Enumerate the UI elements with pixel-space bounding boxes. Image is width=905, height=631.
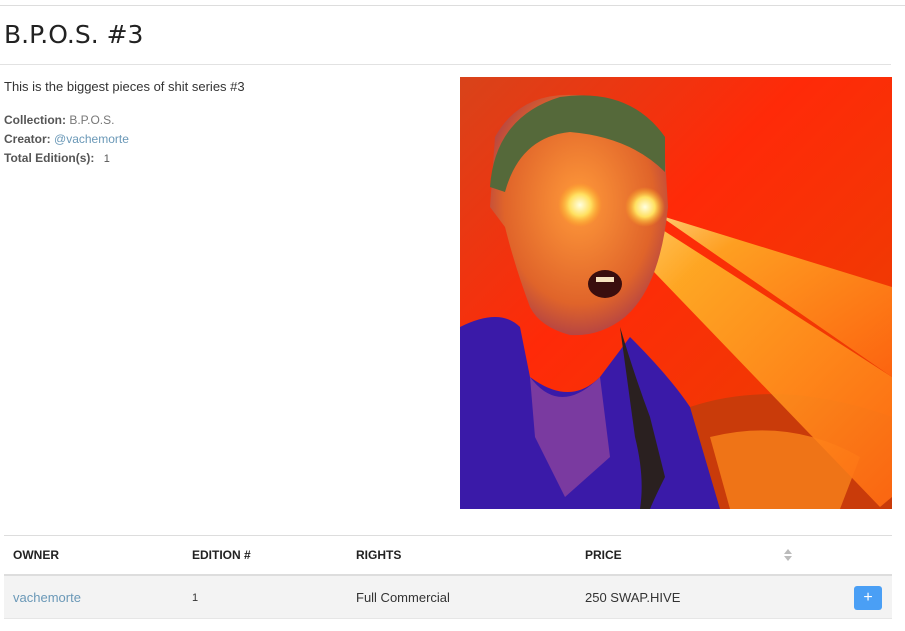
artwork-svg — [460, 77, 892, 509]
header-owner[interactable]: OWNER — [13, 548, 59, 562]
header-rights[interactable]: RIGHTS — [356, 548, 401, 562]
editions-line: Total Edition(s): 1 — [4, 149, 129, 169]
editions-value: 1 — [103, 153, 110, 165]
header-price[interactable]: PRICE — [585, 548, 622, 562]
title-divider — [0, 64, 891, 65]
editions-table: OWNER EDITION # RIGHTS PRICE vachemorte … — [4, 535, 892, 619]
creator-label: Creator: — [4, 132, 51, 146]
editions-label: Total Edition(s): — [4, 151, 95, 165]
price-cell: 250 SWAP.HIVE — [585, 590, 681, 605]
plus-icon: + — [863, 589, 873, 606]
add-to-cart-button[interactable]: + — [854, 586, 882, 610]
table-header: OWNER EDITION # RIGHTS PRICE — [4, 535, 892, 576]
edition-cell: 1 — [192, 592, 199, 604]
owner-link[interactable]: vachemorte — [13, 590, 81, 605]
creator-line: Creator: @vachemorte — [4, 130, 129, 149]
rights-cell: Full Commercial — [356, 590, 450, 605]
collection-value: B.P.O.S. — [69, 113, 115, 127]
collection-line: Collection: B.P.O.S. — [4, 111, 129, 130]
page-title: B.P.O.S. #3 — [4, 20, 144, 49]
nft-description: This is the biggest pieces of shit serie… — [4, 79, 245, 94]
table-row: vachemorte 1 Full Commercial 250 SWAP.HI… — [4, 576, 892, 619]
top-divider — [0, 5, 905, 6]
nft-artwork-image — [460, 77, 892, 509]
header-edition[interactable]: EDITION # — [192, 548, 251, 562]
collection-label: Collection: — [4, 113, 66, 127]
creator-link[interactable]: @vachemorte — [54, 132, 129, 146]
nft-meta: Collection: B.P.O.S. Creator: @vachemort… — [4, 111, 129, 169]
sort-icon[interactable] — [783, 548, 793, 562]
